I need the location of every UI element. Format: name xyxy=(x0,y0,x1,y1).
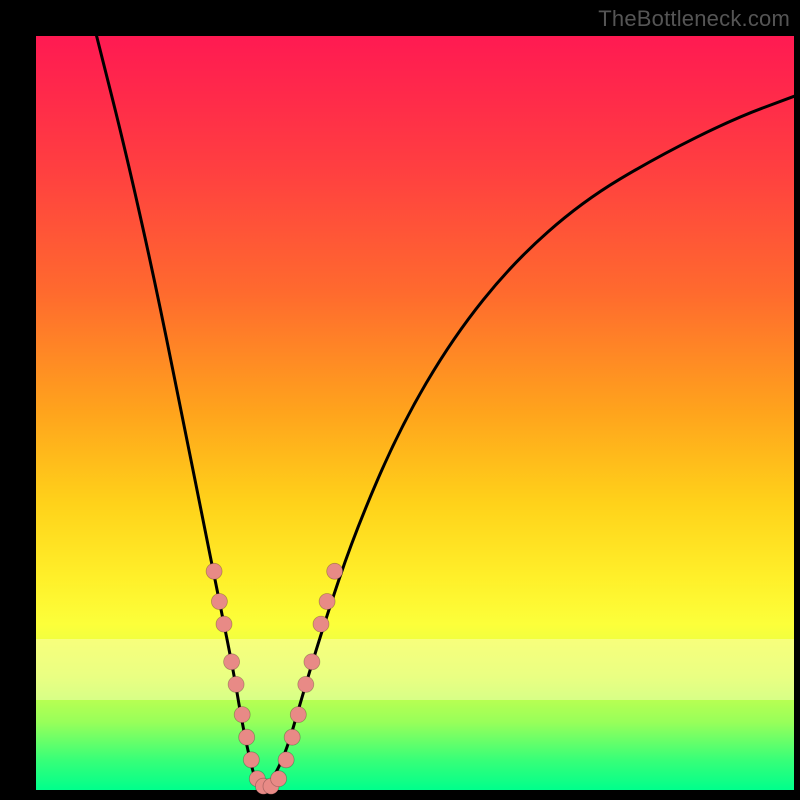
scatter-dot xyxy=(239,729,255,745)
chart-frame: TheBottleneck.com xyxy=(0,0,800,800)
plot-area xyxy=(36,36,794,790)
scatter-dot xyxy=(211,594,227,610)
scatter-dot xyxy=(206,563,222,579)
scatter-dot xyxy=(278,752,294,768)
scatter-dot xyxy=(298,676,314,692)
scatter-dot xyxy=(319,594,335,610)
scatter-dot xyxy=(327,563,343,579)
scatter-dot xyxy=(290,707,306,723)
scatter-dots xyxy=(206,563,343,794)
scatter-dot xyxy=(284,729,300,745)
scatter-dot xyxy=(234,707,250,723)
bottleneck-curve-path xyxy=(97,36,794,788)
scatter-dot xyxy=(224,654,240,670)
scatter-dot xyxy=(243,752,259,768)
watermark-text: TheBottleneck.com xyxy=(598,6,790,32)
scatter-dot xyxy=(228,676,244,692)
scatter-dot xyxy=(313,616,329,632)
scatter-dot xyxy=(271,771,287,787)
scatter-dot xyxy=(216,616,232,632)
scatter-dot xyxy=(304,654,320,670)
curve-svg xyxy=(36,36,794,790)
